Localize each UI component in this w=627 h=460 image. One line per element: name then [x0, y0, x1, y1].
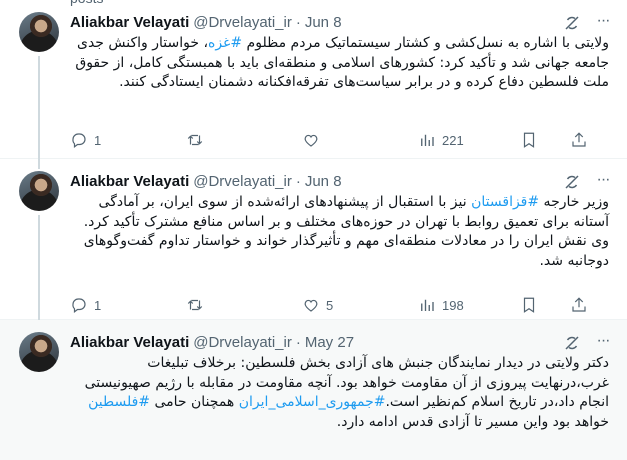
more-icon[interactable]: ···	[593, 333, 613, 352]
author-handle[interactable]: @Drvelayati_ir	[193, 173, 292, 190]
share-button[interactable]	[570, 296, 588, 314]
hashtag-link[interactable]: #فلسطین	[88, 394, 150, 410]
hashtag-link[interactable]: #جمهوری_اسلامی_ایران	[239, 394, 386, 410]
retweet-button[interactable]	[186, 296, 210, 314]
author-handle[interactable]: @Drvelayati_ir	[193, 14, 292, 31]
share-button[interactable]	[570, 131, 588, 149]
retweet-button[interactable]	[186, 131, 210, 149]
heart-icon	[304, 299, 318, 312]
more-icon[interactable]: ···	[593, 172, 613, 191]
author-name[interactable]: Aliakbar Velayati	[70, 334, 189, 351]
hashtag-link[interactable]: #غزه	[208, 35, 242, 51]
retweet-icon	[187, 134, 203, 146]
reply-button[interactable]: 1	[70, 296, 101, 314]
tweet[interactable]: Aliakbar Velayati @Drvelayati_ir · Jun 8…	[0, 0, 627, 159]
reply-count: 1	[94, 132, 102, 148]
tweet[interactable]: Aliakbar Velayati @Drvelayati_ir · Jun 8…	[0, 159, 627, 320]
like-button[interactable]: 5	[302, 296, 333, 314]
like-button[interactable]	[302, 131, 326, 149]
separator-dot: ·	[295, 172, 301, 190]
views-button[interactable]: 221	[418, 131, 464, 149]
bookmark-icon	[523, 132, 535, 148]
thread-connector	[38, 159, 40, 169]
views-count: 198	[442, 297, 464, 313]
share-icon	[572, 297, 586, 312]
tweet-date[interactable]: Jun 8	[305, 173, 342, 190]
heart-icon	[304, 134, 318, 147]
tweet-text: وزیر خارجه #قزاقستان نیز با استقبال از پ…	[83, 194, 609, 269]
bookmark-icon	[523, 297, 535, 313]
share-icon	[572, 132, 586, 147]
bookmark-button[interactable]	[520, 131, 538, 149]
reply-icon	[72, 133, 86, 148]
reply-icon	[72, 298, 86, 313]
action-bar: 1 5 198	[70, 295, 609, 315]
thread-connector	[38, 215, 40, 320]
bookmark-button[interactable]	[520, 296, 538, 314]
separator-dot: ·	[295, 333, 301, 351]
views-button[interactable]: 198	[418, 296, 464, 314]
author-name[interactable]: Aliakbar Velayati	[70, 173, 189, 190]
avatar[interactable]	[19, 171, 59, 211]
tweet[interactable]: Aliakbar Velayati @Drvelayati_ir · May 2…	[0, 320, 627, 460]
views-icon	[421, 134, 434, 146]
like-count: 5	[326, 297, 334, 313]
hashtag-link[interactable]: #قزاقستان	[471, 194, 539, 210]
avatar[interactable]	[19, 12, 59, 52]
tweet-date[interactable]: May 27	[305, 334, 354, 351]
reply-button[interactable]: 1	[70, 131, 101, 149]
reply-count: 1	[94, 297, 102, 313]
grok-icon[interactable]	[563, 173, 581, 191]
more-icon[interactable]: ···	[593, 13, 613, 32]
thread-connector	[38, 56, 40, 159]
grok-icon[interactable]	[563, 334, 581, 352]
tweet-date[interactable]: Jun 8	[305, 14, 342, 31]
tweet-text: دکتر ولایتی در دیدار نمایندگان جنبش های …	[84, 355, 609, 430]
tweet-header: Aliakbar Velayati @Drvelayati_ir · Jun 8	[70, 12, 342, 32]
action-bar: 1 221	[70, 130, 609, 150]
author-name[interactable]: Aliakbar Velayati	[70, 14, 189, 31]
tweet-text: ولایتی با اشاره به نسل‌کشی و کشتار سیستم…	[75, 35, 609, 90]
retweet-icon	[187, 299, 203, 311]
views-count: 221	[442, 132, 464, 148]
grok-icon[interactable]	[563, 14, 581, 32]
author-handle[interactable]: @Drvelayati_ir	[193, 334, 292, 351]
tweet-header: Aliakbar Velayati @Drvelayati_ir · May 2…	[70, 332, 354, 352]
tweet-header: Aliakbar Velayati @Drvelayati_ir · Jun 8	[70, 171, 342, 191]
views-icon	[421, 299, 434, 311]
separator-dot: ·	[295, 13, 301, 31]
avatar[interactable]	[19, 332, 59, 372]
